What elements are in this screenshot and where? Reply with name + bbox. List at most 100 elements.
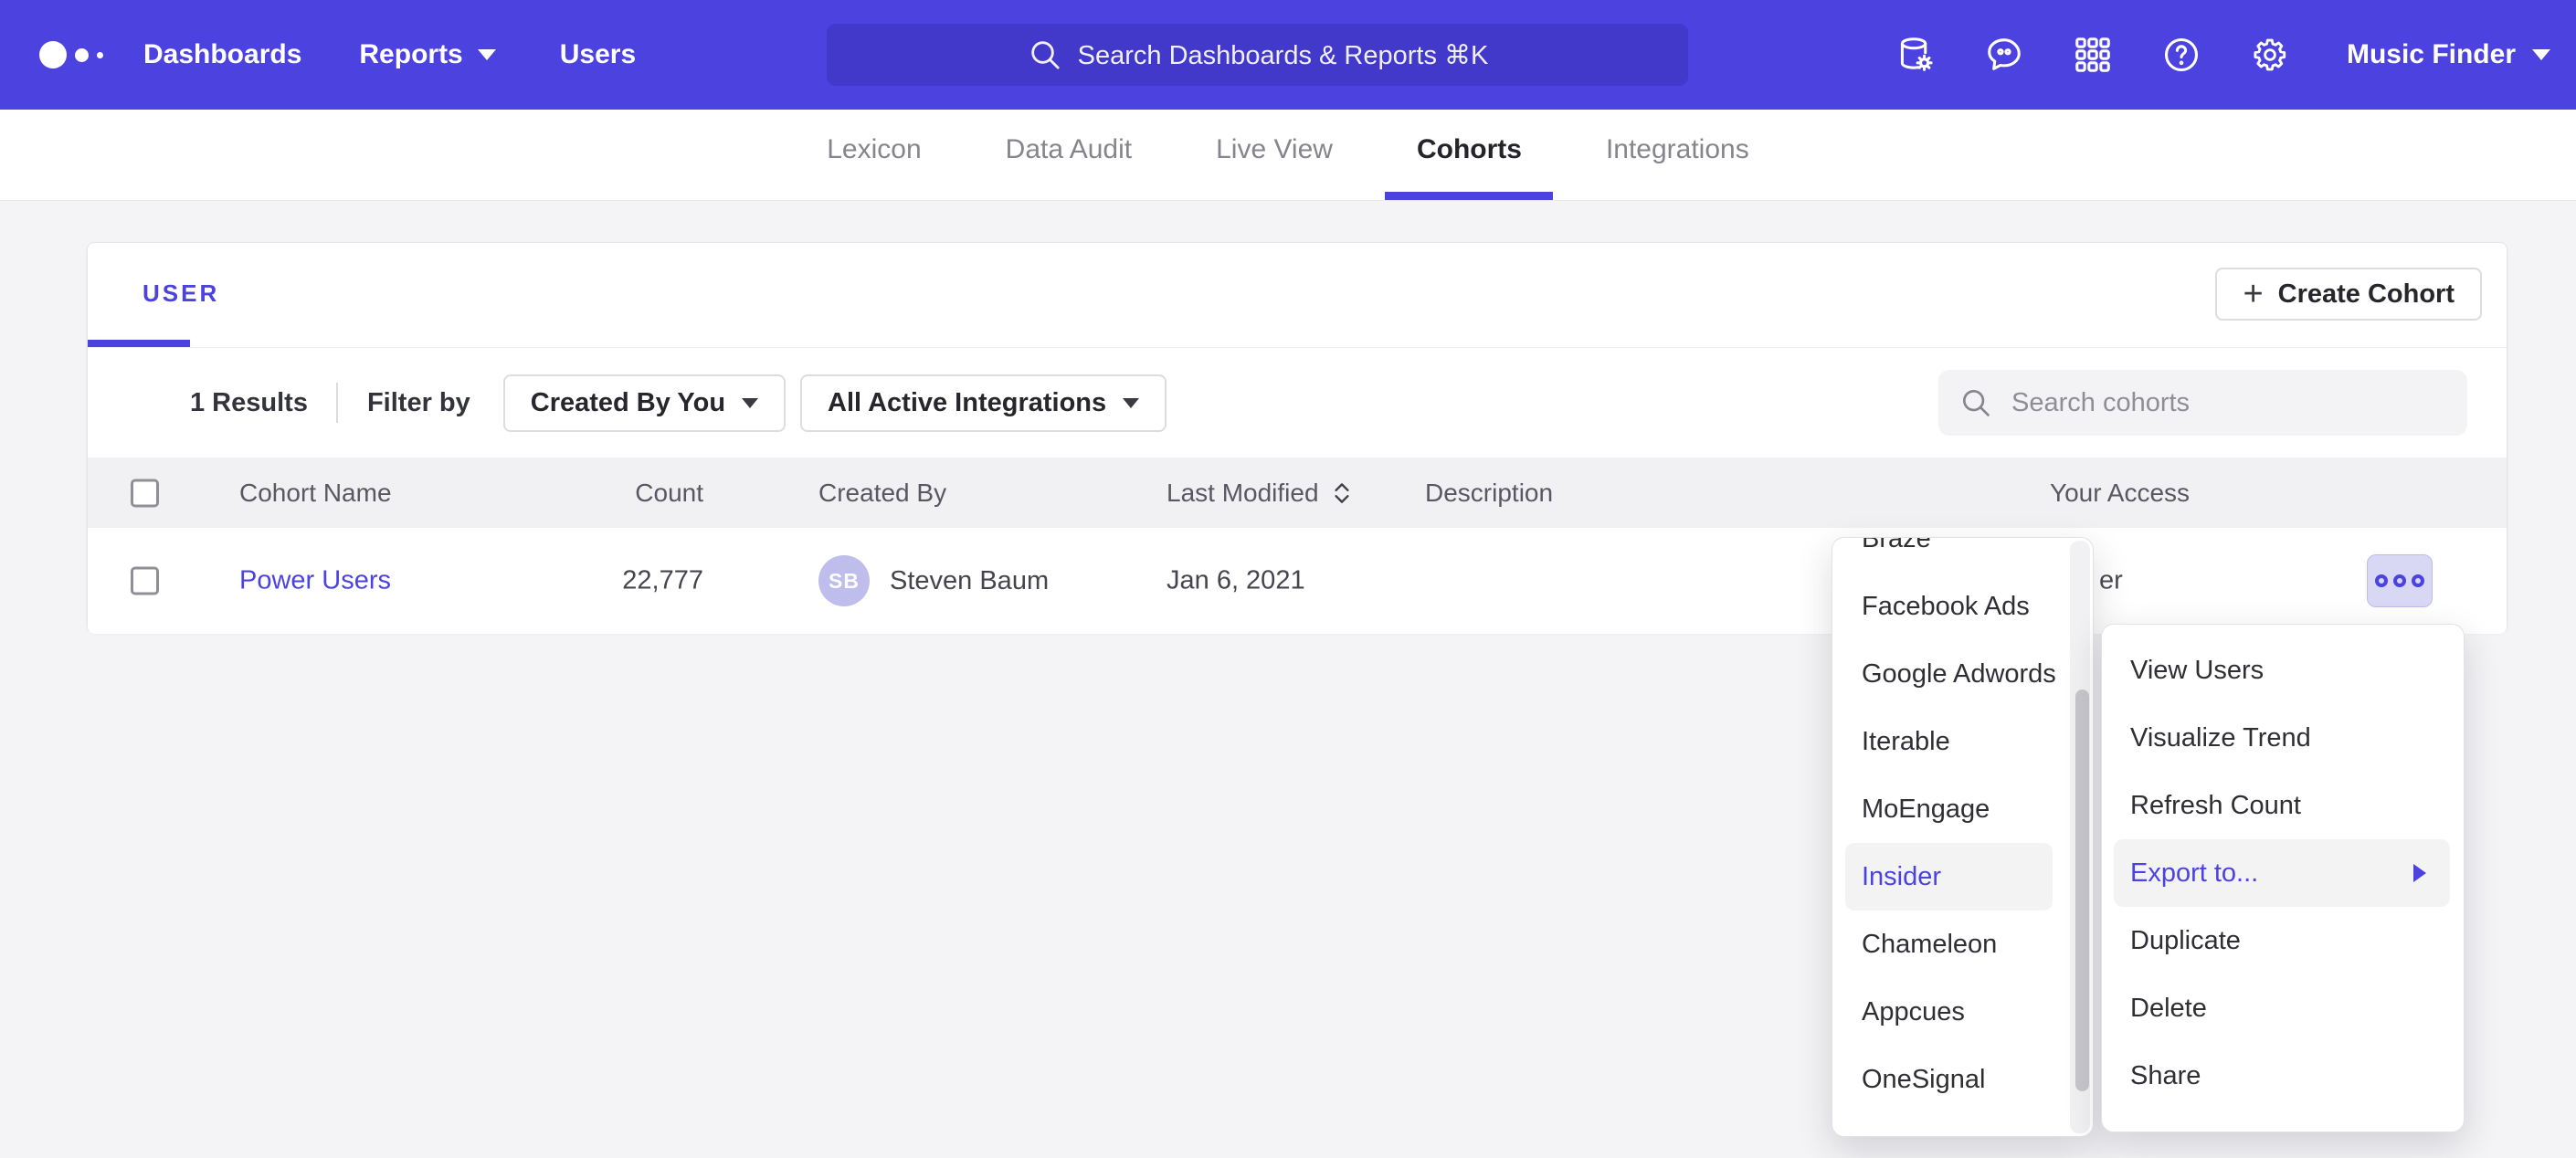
chevron-down-icon (2532, 49, 2550, 60)
row-checkbox[interactable] (131, 567, 159, 595)
nav-item-users-label: Users (560, 39, 636, 70)
tab-cohorts[interactable]: Cohorts (1417, 110, 1522, 189)
nav-item-users[interactable]: Users (560, 39, 636, 70)
cohort-search-box (1938, 370, 2467, 436)
menu-item-visualize-trend[interactable]: Visualize Trend (2114, 704, 2450, 772)
table-header: Cohort Name Count Created By Last Modifi… (88, 458, 2507, 528)
row-context-menu: View Users Visualize Trend Refresh Count… (2101, 624, 2465, 1132)
chevron-down-icon (478, 49, 496, 60)
created-by-name: Steven Baum (890, 566, 1049, 596)
apps-grid-icon[interactable] (2072, 34, 2114, 76)
menu-item-share[interactable]: Share (2114, 1042, 2450, 1110)
dot-icon (2412, 574, 2424, 587)
feedback-icon[interactable] (1983, 34, 2025, 76)
cohort-search-input[interactable] (2011, 388, 2447, 418)
table-row: Power Users 22,777 SB Steven Baum Jan 6,… (88, 528, 2507, 634)
panel-header: USER + Create Cohort (88, 243, 2507, 348)
integrations-filter-label: All Active Integrations (828, 388, 1106, 418)
tab-live-view-label: Live View (1216, 134, 1333, 165)
create-cohort-label: Create Cohort (2278, 279, 2455, 310)
column-cohort-name: Cohort Name (239, 479, 392, 508)
top-nav: Dashboards Reports Users Search Dashboar… (0, 0, 2576, 110)
submenu-item-moengage[interactable]: MoEngage (1845, 775, 2053, 843)
select-all-checkbox[interactable] (131, 479, 159, 507)
filter-by-label: Filter by (367, 388, 470, 418)
menu-item-view-users[interactable]: View Users (2114, 637, 2450, 704)
logo-dot-large (39, 41, 67, 68)
menu-item-delete[interactable]: Delete (2114, 974, 2450, 1042)
workspace-name: Music Finder (2347, 39, 2516, 70)
created-by-filter[interactable]: Created By You (503, 374, 786, 432)
tab-user-cohorts[interactable]: USER (143, 279, 219, 308)
help-icon[interactable] (2160, 34, 2202, 76)
tab-cohorts-label: Cohorts (1417, 134, 1522, 165)
menu-item-export-to[interactable]: Export to... (2114, 839, 2450, 907)
column-description: Description (1425, 479, 1553, 508)
created-by-cell: SB Steven Baum (818, 555, 1049, 606)
divider (336, 383, 338, 423)
top-nav-right: Music Finder (1895, 34, 2576, 76)
avatar: SB (818, 555, 870, 606)
mixpanel-logo[interactable] (39, 41, 103, 68)
data-settings-icon[interactable] (1895, 34, 1937, 76)
sort-icon[interactable] (1332, 479, 1352, 507)
search-icon (1958, 385, 1993, 420)
results-count: 1 Results (190, 388, 308, 418)
global-search-bar[interactable]: Search Dashboards & Reports ⌘K (827, 24, 1688, 86)
submenu-arrow-icon (2413, 864, 2426, 882)
last-modified-date: Jan 6, 2021 (1167, 566, 1305, 596)
submenu-item-facebook-ads[interactable]: Facebook Ads (1845, 573, 2053, 640)
nav-item-reports-label: Reports (359, 39, 462, 70)
chevron-down-icon (1123, 398, 1139, 408)
submenu-item-appcues[interactable]: Appcues (1845, 978, 2053, 1046)
row-actions-button[interactable] (2367, 554, 2433, 607)
submenu-scrollbar-thumb[interactable] (2075, 690, 2089, 1091)
dot-icon (2375, 574, 2388, 587)
cohort-count: 22,777 (521, 566, 703, 596)
menu-item-refresh-count[interactable]: Refresh Count (2114, 772, 2450, 839)
tab-integrations-label: Integrations (1606, 134, 1749, 165)
logo-dot-small (97, 52, 103, 58)
active-tab-underline (1385, 192, 1553, 200)
submenu-item-chameleon[interactable]: Chameleon (1845, 911, 2053, 978)
cohorts-panel: USER + Create Cohort 1 Results Filter by… (87, 242, 2507, 633)
integrations-filter[interactable]: All Active Integrations (800, 374, 1167, 432)
column-last-modified-label: Last Modified (1167, 479, 1319, 508)
menu-item-export-to-label: Export to... (2130, 858, 2258, 889)
workspace-switcher[interactable]: Music Finder (2347, 39, 2550, 70)
nav-item-dashboards-label: Dashboards (143, 39, 301, 70)
column-your-access: Your Access (2050, 479, 2190, 508)
nav-item-dashboards[interactable]: Dashboards (143, 39, 301, 70)
export-submenu-list: Braze Facebook Ads Google Adwords Iterab… (1832, 537, 2093, 1113)
submenu-item-onesignal[interactable]: OneSignal (1845, 1046, 2053, 1113)
column-count: Count (521, 479, 703, 508)
settings-gear-icon[interactable] (2249, 34, 2291, 76)
submenu-item-iterable[interactable]: Iterable (1845, 708, 2053, 775)
menu-item-duplicate[interactable]: Duplicate (2114, 907, 2450, 974)
tab-lexicon[interactable]: Lexicon (827, 110, 921, 189)
submenu-item-insider[interactable]: Insider (1845, 843, 2053, 911)
filter-bar: 1 Results Filter by Created By You All A… (88, 348, 2507, 458)
created-by-filter-label: Created By You (531, 388, 725, 418)
chevron-down-icon (742, 398, 758, 408)
tab-live-view[interactable]: Live View (1216, 110, 1333, 189)
cohort-name-link[interactable]: Power Users (239, 566, 391, 595)
your-access-value: er (2099, 566, 2123, 596)
column-created-by: Created By (818, 479, 946, 508)
create-cohort-button[interactable]: + Create Cohort (2215, 268, 2482, 321)
search-icon (1027, 37, 1063, 73)
section-tabs: Lexicon Data Audit Live View Cohorts Int… (0, 110, 2576, 201)
column-last-modified[interactable]: Last Modified (1167, 479, 1352, 508)
submenu-item-google-adwords[interactable]: Google Adwords (1845, 640, 2053, 708)
tab-data-audit-label: Data Audit (1006, 134, 1132, 165)
dot-icon (2393, 574, 2406, 587)
export-submenu: Braze Facebook Ads Google Adwords Iterab… (1832, 537, 2094, 1137)
tab-data-audit[interactable]: Data Audit (1006, 110, 1132, 189)
logo-dot-medium (75, 48, 89, 62)
nav-item-reports[interactable]: Reports (359, 39, 495, 70)
user-tab-underline (88, 340, 190, 347)
submenu-item-braze[interactable]: Braze (1845, 537, 2053, 573)
tab-integrations[interactable]: Integrations (1606, 110, 1749, 189)
tab-lexicon-label: Lexicon (827, 134, 921, 165)
global-search-placeholder: Search Dashboards & Reports ⌘K (1078, 39, 1489, 71)
